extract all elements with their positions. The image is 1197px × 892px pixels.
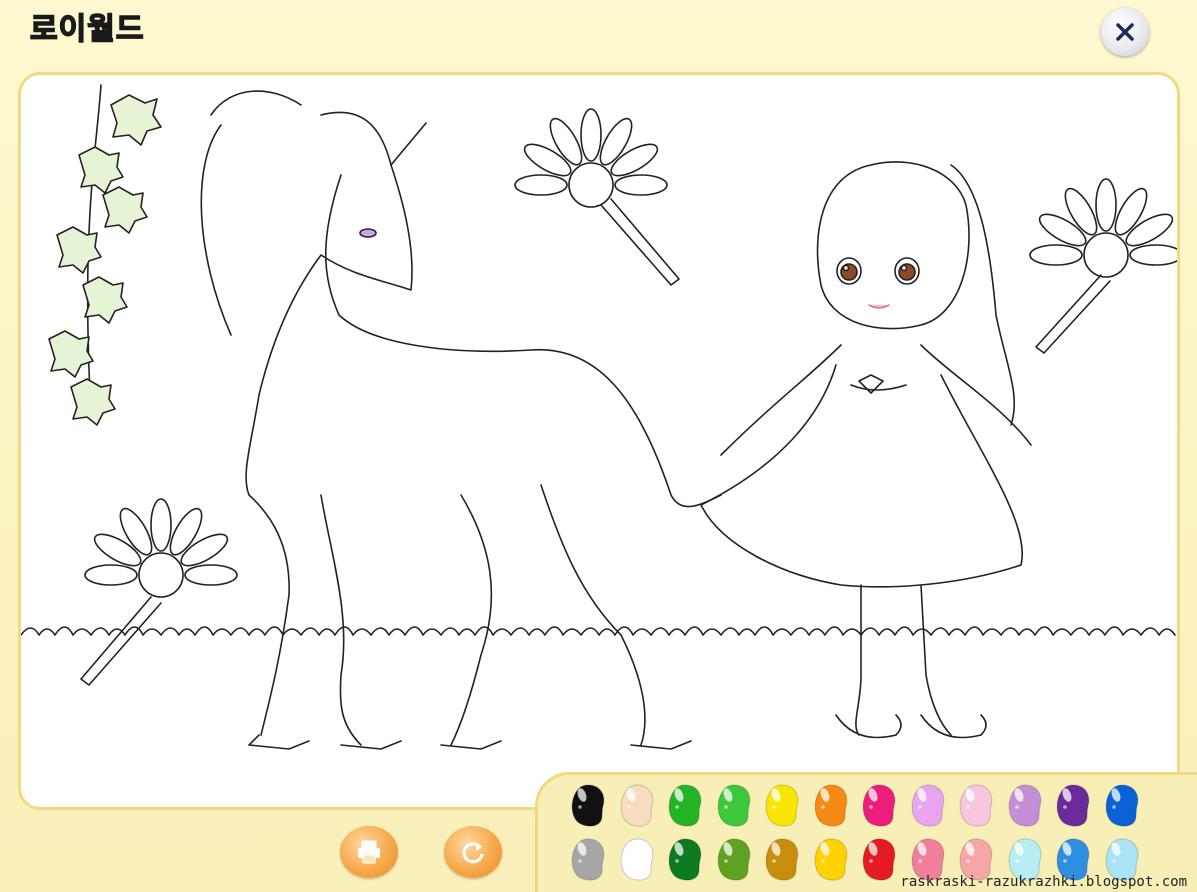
coloring-canvas[interactable] xyxy=(18,72,1180,810)
watermark-text: raskraski-razukrazhki.blogspot.com xyxy=(900,874,1187,890)
color-swatch[interactable] xyxy=(568,782,608,828)
close-icon xyxy=(1116,23,1134,41)
color-swatch[interactable] xyxy=(617,836,657,882)
coloring-artwork[interactable] xyxy=(21,75,1180,810)
grass-line xyxy=(21,626,1176,636)
reset-button[interactable] xyxy=(444,826,502,878)
color-swatch[interactable] xyxy=(1102,782,1142,828)
logo-char: 로 xyxy=(29,11,59,48)
logo-char: 이 xyxy=(58,11,88,48)
unicorn-drawing xyxy=(200,90,722,750)
logo-char: 월 xyxy=(86,11,116,48)
color-swatch[interactable] xyxy=(617,782,657,828)
color-swatch[interactable] xyxy=(762,836,802,882)
color-swatch[interactable] xyxy=(762,782,802,828)
daisy-top-middle xyxy=(514,108,680,286)
daisy-right xyxy=(1029,178,1177,354)
daisy-bottom-left xyxy=(80,498,238,686)
color-swatch[interactable] xyxy=(568,836,608,882)
color-swatch[interactable] xyxy=(714,836,754,882)
color-swatch[interactable] xyxy=(811,782,851,828)
color-swatch[interactable] xyxy=(859,836,899,882)
color-swatch[interactable] xyxy=(908,782,948,828)
color-swatch[interactable] xyxy=(811,836,851,882)
color-swatch[interactable] xyxy=(665,782,705,828)
print-button[interactable] xyxy=(340,826,398,878)
printer-icon xyxy=(358,840,380,864)
color-swatch[interactable] xyxy=(1053,782,1093,828)
color-swatch[interactable] xyxy=(956,782,996,828)
logo-char: 드 xyxy=(115,11,145,48)
vine-drawing xyxy=(48,84,162,426)
color-swatch[interactable] xyxy=(665,836,705,882)
close-button[interactable] xyxy=(1101,8,1149,56)
color-swatch[interactable] xyxy=(1005,782,1045,828)
refresh-icon xyxy=(462,842,484,864)
app-frame: 로 이 월 드 raskraski-razukrazhki.blogspot.c… xyxy=(0,0,1197,892)
app-logo: 로 이 월 드 xyxy=(29,4,145,48)
girl-drawing xyxy=(700,161,1032,739)
color-swatch[interactable] xyxy=(714,782,754,828)
color-swatch[interactable] xyxy=(859,782,899,828)
